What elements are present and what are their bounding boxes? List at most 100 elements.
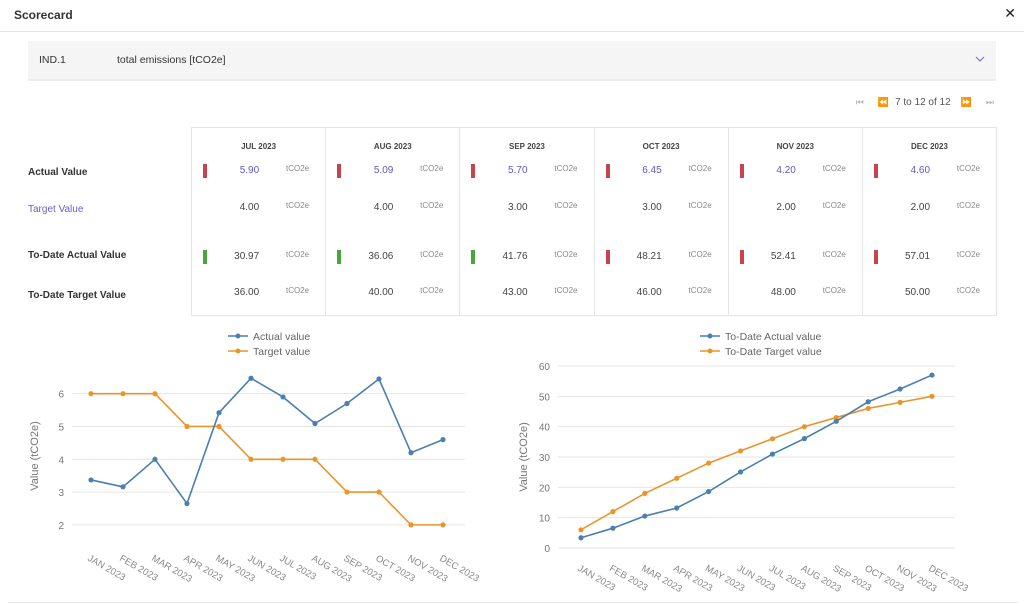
period-header: JUL 2023 bbox=[241, 142, 277, 151]
todate-target-value: 43.00 bbox=[502, 287, 528, 298]
data-point bbox=[440, 522, 446, 528]
actual-value-cell: 6.45 tCO2e bbox=[595, 164, 728, 178]
status-indicator bbox=[605, 164, 610, 178]
actual-value[interactable]: 6.45 bbox=[642, 165, 661, 176]
todate-actual-value-cell: 36.06 tCO2e bbox=[326, 250, 459, 264]
todate-target-value: 50.00 bbox=[905, 287, 931, 298]
legend-marker bbox=[235, 348, 241, 354]
close-icon[interactable]: ✕ bbox=[1004, 5, 1016, 22]
y-tick-label: 0 bbox=[544, 544, 550, 555]
data-point bbox=[769, 436, 776, 442]
indicator-row[interactable]: IND.1 total emissions [tCO2e] bbox=[28, 41, 996, 81]
actual-value-cell: 5.90 tCO2e bbox=[192, 164, 325, 178]
data-point bbox=[610, 509, 616, 515]
data-point bbox=[88, 477, 94, 483]
todate-target-value-cell: 40.00 tCO2e bbox=[326, 286, 459, 300]
status-indicator bbox=[203, 250, 207, 264]
todate-actual-value: 52.41 bbox=[770, 251, 796, 262]
data-point bbox=[642, 513, 648, 519]
data-point bbox=[929, 393, 935, 399]
todate-actual-value: 41.76 bbox=[502, 251, 528, 262]
status-indicator bbox=[873, 250, 878, 264]
data-point bbox=[152, 456, 158, 462]
y-tick-label: 50 bbox=[539, 392, 551, 403]
todate-actual-value: 30.97 bbox=[234, 251, 260, 262]
unit-label: tCO2e bbox=[688, 164, 712, 173]
unit-label: tCO2e bbox=[286, 250, 310, 259]
data-point bbox=[706, 488, 712, 495]
legend-marker bbox=[707, 348, 713, 354]
todate-actual-value-cell: 41.76 tCO2e bbox=[460, 250, 593, 264]
actual-value[interactable]: 5.90 bbox=[240, 165, 259, 176]
status-indicator bbox=[203, 164, 207, 178]
status-indicator bbox=[739, 164, 744, 178]
legend-label: To-Date Actual value bbox=[725, 331, 821, 343]
unit-label: tCO2e bbox=[286, 164, 310, 173]
actual-value[interactable]: 5.70 bbox=[508, 165, 527, 176]
period-column: SEP 2023 5.70 tCO2e 3.00 tCO2e 41.76 tCO2e 43.0… bbox=[459, 128, 593, 315]
last-page-icon[interactable]: ⏭ bbox=[986, 97, 994, 108]
actual-value[interactable]: 4.20 bbox=[776, 165, 795, 176]
y-tick-label: 10 bbox=[539, 514, 551, 525]
data-point bbox=[216, 423, 222, 430]
legend-label: Target value bbox=[253, 346, 310, 358]
pagination: ⏮ ⏪ 7 to 12 of 12 ⏩ ⏭ bbox=[856, 95, 994, 109]
data-point bbox=[408, 450, 414, 456]
row-label-target-link[interactable]: Target Value bbox=[28, 204, 83, 215]
unit-label: tCO2e bbox=[688, 250, 712, 259]
data-point bbox=[280, 456, 286, 462]
actual-value-cell: 5.70 tCO2e bbox=[460, 164, 593, 178]
page-info: 7 to 12 of 12 bbox=[895, 96, 951, 108]
chevron-down-icon[interactable] bbox=[974, 53, 986, 65]
data-point bbox=[248, 456, 254, 462]
period-column: JUL 2023 5.90 tCO2e 4.00 tCO2e 30.97 tCO2e 36.0… bbox=[192, 128, 325, 315]
series-line bbox=[90, 377, 444, 506]
legend-label: Actual value bbox=[253, 331, 310, 343]
status-indicator bbox=[471, 250, 476, 264]
todate-target-value-cell: 50.00 tCO2e bbox=[863, 286, 996, 300]
data-point bbox=[801, 424, 807, 430]
data-point bbox=[344, 489, 350, 495]
todate-actual-value: 48.21 bbox=[636, 251, 662, 262]
todate-actual-value-cell: 48.21 tCO2e bbox=[595, 250, 728, 264]
target-value-cell: 2.00 tCO2e bbox=[863, 201, 996, 215]
legend-marker bbox=[707, 333, 713, 339]
data-point bbox=[801, 436, 807, 442]
data-point bbox=[865, 399, 871, 405]
dialog-header: Scorecard ✕ bbox=[0, 0, 1024, 32]
row-label-todate-target: To-Date Target Value bbox=[28, 290, 126, 301]
period-header: DEC 2023 bbox=[910, 142, 948, 151]
actual-value[interactable]: 5.09 bbox=[374, 165, 393, 176]
y-tick-label: 4 bbox=[58, 455, 64, 466]
target-value-cell: 3.00 tCO2e bbox=[460, 201, 593, 215]
target-value-cell: 2.00 tCO2e bbox=[729, 201, 862, 215]
chart-actual-vs-target: 2 3 4 5 6 Value (tCO2e) JAN 2023 FEB 2023 MAR 20… bbox=[0, 326, 500, 596]
y-tick-label: 6 bbox=[58, 390, 64, 401]
status-indicator bbox=[471, 164, 476, 178]
unit-label: tCO2e bbox=[956, 164, 980, 173]
data-point bbox=[120, 484, 126, 490]
data-point bbox=[929, 372, 935, 378]
data-point bbox=[642, 490, 648, 496]
y-axis-label: Value (tCO2e) bbox=[29, 421, 41, 491]
period-column: NOV 2023 4.20 tCO2e 2.00 tCO2e 52.41 tCO2e 48.0… bbox=[727, 128, 862, 315]
next-page-icon[interactable]: ⏩ bbox=[961, 97, 972, 108]
actual-value[interactable]: 4.60 bbox=[911, 165, 930, 176]
period-column: DEC 2023 4.60 tCO2e 2.00 tCO2e 57.01 tCO2e 50.0… bbox=[861, 128, 996, 315]
unit-label: tCO2e bbox=[286, 286, 310, 295]
todate-target-value: 46.00 bbox=[636, 287, 662, 298]
data-point bbox=[184, 423, 190, 430]
data-point bbox=[312, 456, 318, 462]
period-column: AUG 2023 5.09 tCO2e 4.00 tCO2e 36.06 tCO2e 40.0… bbox=[325, 128, 459, 315]
todate-actual-value-cell: 57.01 tCO2e bbox=[863, 250, 996, 264]
first-page-icon[interactable]: ⏮ bbox=[856, 97, 864, 108]
prev-page-icon[interactable]: ⏪ bbox=[878, 97, 889, 108]
data-point bbox=[440, 437, 446, 443]
data-point bbox=[610, 525, 616, 531]
status-indicator bbox=[739, 250, 744, 264]
target-value: 3.00 bbox=[642, 202, 662, 213]
unit-label: tCO2e bbox=[554, 286, 578, 295]
target-value-cell: 4.00 tCO2e bbox=[326, 201, 459, 215]
unit-label: tCO2e bbox=[554, 201, 578, 210]
data-point bbox=[184, 500, 190, 507]
